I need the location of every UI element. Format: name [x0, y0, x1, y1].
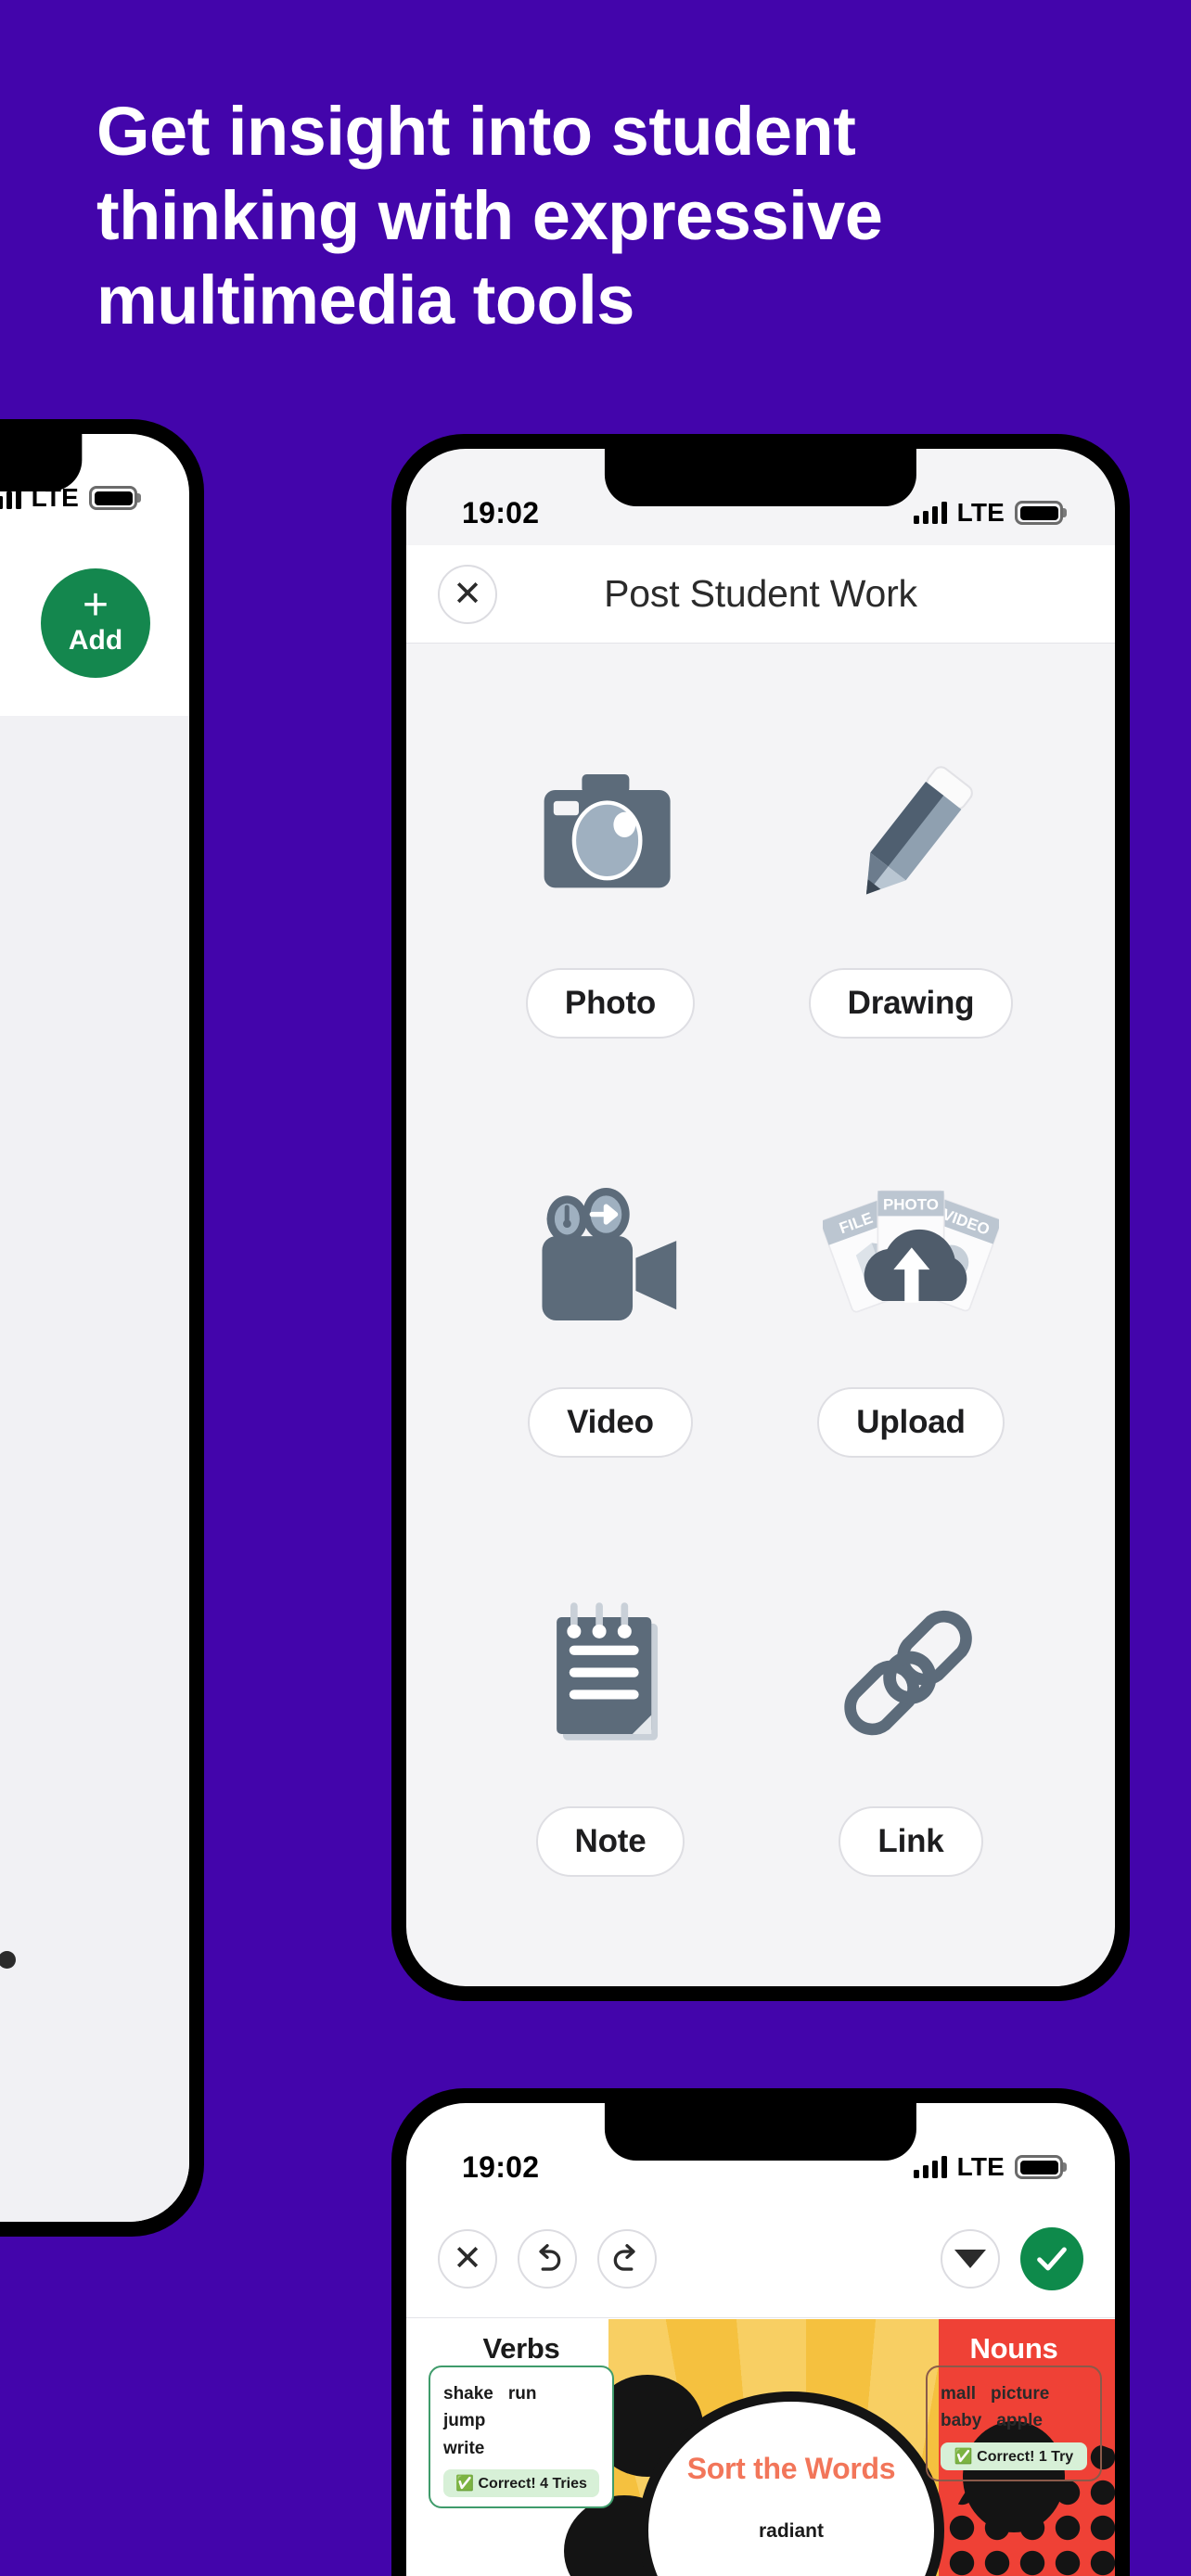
- confirm-button[interactable]: [1020, 2226, 1083, 2290]
- comic-canvas[interactable]: Sort the Words radiant Verbs shake runjum…: [406, 2319, 1115, 2576]
- word-chip[interactable]: baby: [941, 2407, 981, 2434]
- word-chip[interactable]: mall: [941, 2380, 976, 2407]
- status-indicators: LTE: [913, 2152, 1063, 2182]
- notch: [604, 449, 917, 506]
- caret-down-icon: [954, 2249, 986, 2268]
- redo-button[interactable]: [597, 2228, 657, 2289]
- notch: [604, 2103, 917, 2161]
- panel-verbs-words: shake runjump write: [443, 2380, 599, 2462]
- close-icon: ✕: [453, 574, 482, 614]
- undo-icon: [539, 2243, 561, 2271]
- option-drawing-label[interactable]: Drawing: [808, 968, 1014, 1039]
- phone-screen-main: 19:02 LTE ✕ Post Student Work Photo Draw…: [406, 449, 1115, 1986]
- camera-icon: [531, 721, 689, 953]
- plus-icon: +: [82, 580, 109, 630]
- phone-screen-left: LTE + Add: [0, 434, 189, 2222]
- word-chip[interactable]: apple: [996, 2407, 1043, 2434]
- option-video-label[interactable]: Video: [528, 1387, 693, 1458]
- check-icon: ✅: [455, 2476, 475, 2493]
- close-button[interactable]: ✕: [438, 2228, 497, 2289]
- option-drawing[interactable]: Drawing: [761, 721, 1061, 1141]
- panel-verbs-box: shake runjump write ✅ Correct! 4 Tries: [429, 2366, 614, 2509]
- option-upload[interactable]: FILE VIDEO PHOTO Upload: [761, 1141, 1061, 1560]
- editor-toolbar: ✕: [406, 2200, 1115, 2318]
- panel-verbs[interactable]: Verbs shake runjump write ✅ Correct! 4 Tr…: [429, 2332, 614, 2509]
- status-indicators: LTE: [913, 498, 1063, 528]
- checkmark-icon: [1037, 2247, 1067, 2270]
- network-label: LTE: [956, 2152, 1005, 2181]
- signal-bars-icon: [913, 502, 947, 524]
- word-chip[interactable]: run: [508, 2380, 537, 2407]
- panel-verbs-heading: Verbs: [482, 2332, 560, 2365]
- upload-card-label-photo: PHOTO: [883, 1195, 939, 1213]
- post-options-grid: Photo Drawing Video FILE VIDEO PHOTO Upl…: [406, 658, 1115, 1986]
- add-button-label: Add: [68, 625, 123, 657]
- page-title: Post Student Work: [604, 572, 917, 615]
- option-note[interactable]: Note: [460, 1560, 761, 1979]
- close-button[interactable]: ✕: [438, 564, 497, 624]
- panel-nouns-status-text: Correct! 1 Try: [977, 2448, 1074, 2465]
- word-chip[interactable]: picture: [991, 2380, 1049, 2407]
- panel-verbs-status-text: Correct! 4 Tries: [478, 2476, 587, 2493]
- redo-icon: [613, 2243, 635, 2271]
- left-top-bar: + Add: [0, 530, 189, 716]
- panel-verbs-status: ✅ Correct! 4 Tries: [443, 2469, 599, 2498]
- chain-link-icon: [835, 1560, 988, 1792]
- option-photo[interactable]: Photo: [460, 721, 761, 1141]
- signal-bars-icon: [913, 2156, 947, 2178]
- battery-icon: [1015, 2155, 1063, 2179]
- panel-nouns-status: ✅ Correct! 1 Try: [941, 2442, 1087, 2470]
- notepad-icon: [541, 1560, 680, 1792]
- notch: [0, 434, 83, 491]
- option-video[interactable]: Video: [460, 1141, 761, 1560]
- network-label: LTE: [956, 498, 1005, 527]
- video-camera-icon: [530, 1141, 692, 1372]
- dropdown-button[interactable]: [941, 2228, 1000, 2289]
- left-feed: 10¢: [0, 857, 189, 2222]
- phone-device-left: LTE + Add: [0, 419, 204, 2237]
- phone-screen-bottom: 19:02 LTE ✕ Sort the Words radiant Verbs…: [406, 2103, 1115, 2576]
- check-icon: ✅: [954, 2448, 973, 2465]
- battery-icon: [1015, 501, 1063, 525]
- option-link[interactable]: Link: [761, 1560, 1061, 1979]
- battery-icon: [89, 486, 137, 510]
- status-time: 19:02: [462, 2149, 540, 2184]
- left-view-toolbar: [0, 716, 189, 857]
- cloud-upload-icon: FILE VIDEO PHOTO: [823, 1141, 999, 1372]
- page-headline: Get insight into student thinking with e…: [96, 93, 883, 339]
- pencil-icon: [837, 721, 985, 953]
- comic-title: Sort the Words: [686, 2452, 896, 2485]
- undo-button[interactable]: [518, 2228, 577, 2289]
- panel-nouns-words: mall picture baby apple: [941, 2380, 1087, 2435]
- option-photo-label[interactable]: Photo: [525, 968, 696, 1039]
- comic-prompt-word: radiant: [758, 2520, 824, 2542]
- status-time: 19:02: [462, 495, 540, 529]
- word-chip[interactable]: shake: [443, 2380, 493, 2407]
- modal-header: ✕ Post Student Work: [406, 545, 1115, 644]
- add-button[interactable]: + Add: [41, 568, 150, 678]
- panel-nouns-box: mall picture baby apple ✅ Correct! 1 Try: [926, 2366, 1102, 2481]
- option-note-label[interactable]: Note: [535, 1806, 685, 1877]
- word-chip[interactable]: jump: [443, 2407, 485, 2434]
- panel-nouns-heading: Nouns: [969, 2332, 1058, 2365]
- panel-nouns[interactable]: Nouns mall picture baby apple ✅ Correct! 1…: [926, 2332, 1102, 2481]
- ellipsis-icon[interactable]: [0, 1951, 16, 1969]
- word-chip[interactable]: write: [443, 2435, 484, 2462]
- phone-device-bottom: 19:02 LTE ✕ Sort the Words radiant Verbs…: [391, 2088, 1130, 2576]
- close-icon: ✕: [453, 2238, 482, 2278]
- phone-device-main: 19:02 LTE ✕ Post Student Work Photo Draw…: [391, 434, 1130, 2001]
- option-link-label[interactable]: Link: [839, 1806, 983, 1877]
- option-upload-label[interactable]: Upload: [817, 1387, 1005, 1458]
